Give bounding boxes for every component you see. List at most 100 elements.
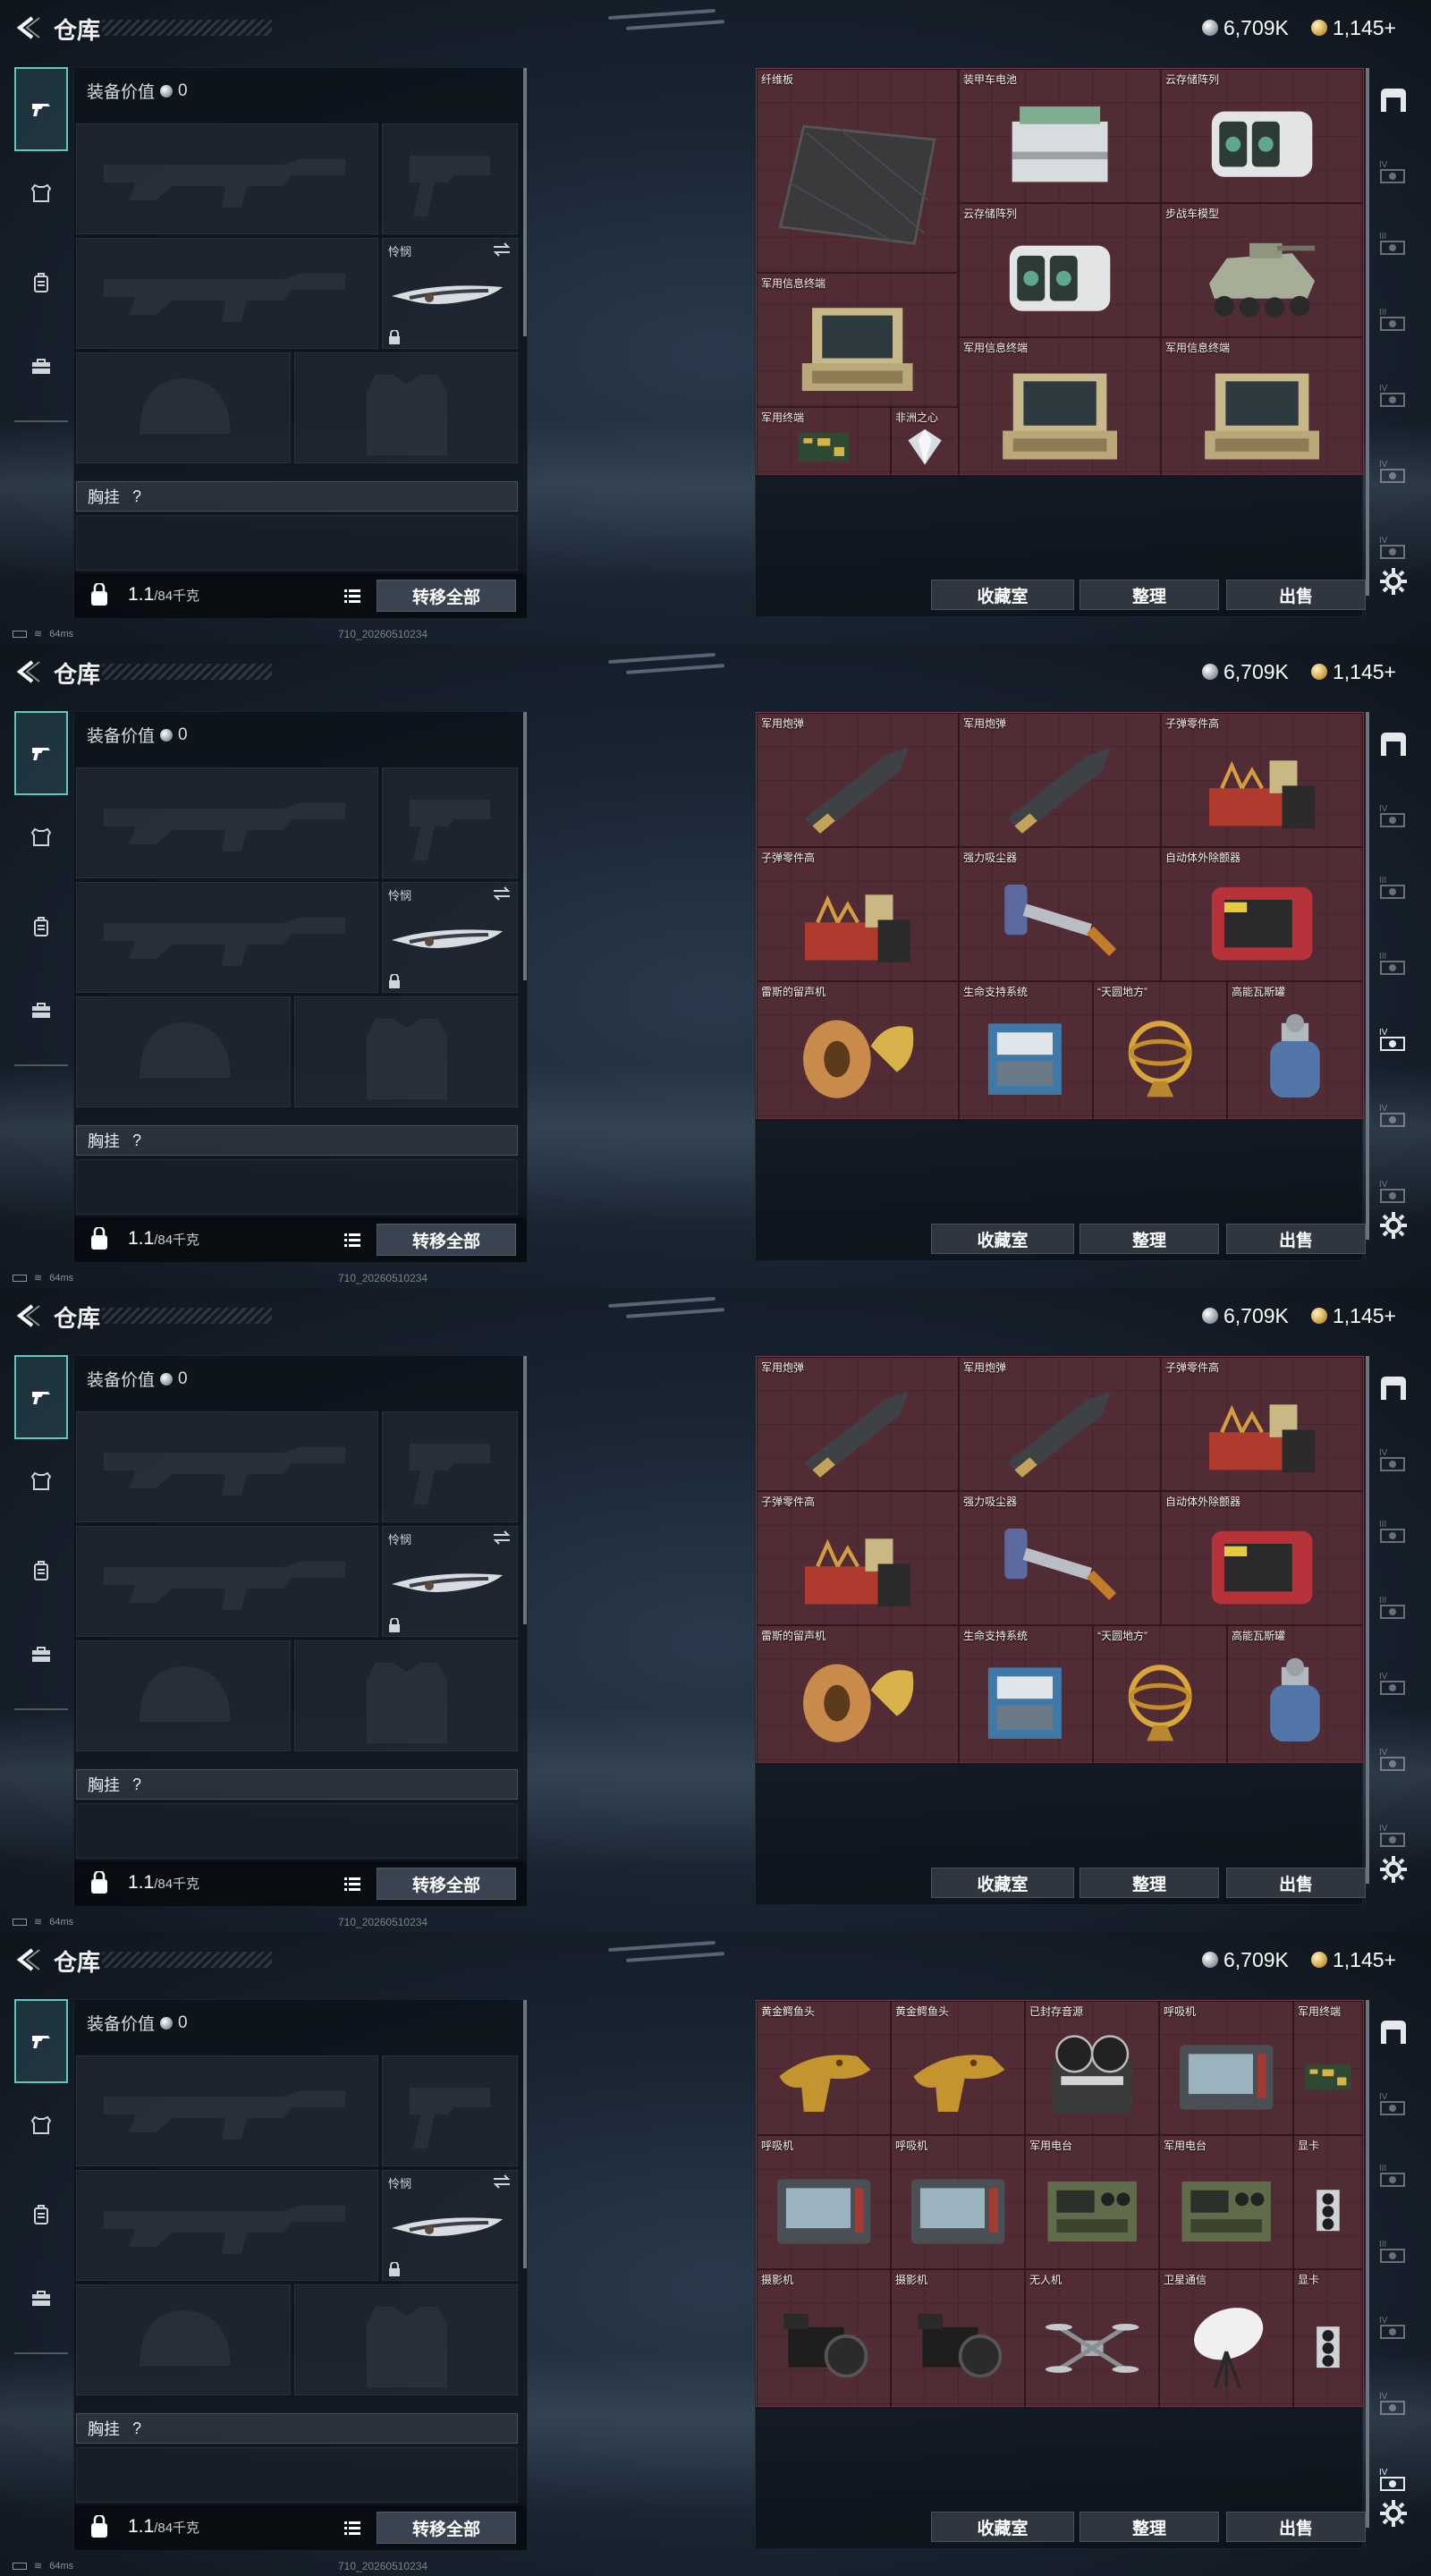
storage-item[interactable]: 步战车模型: [1161, 203, 1363, 337]
storage-item[interactable]: 军用终端: [1293, 2001, 1363, 2135]
transfer-all-button[interactable]: 转移全部: [377, 1224, 516, 1256]
rail-tier-iii-4[interactable]: III: [1370, 936, 1417, 990]
storage-item[interactable]: 高能瓦斯罐: [1227, 1625, 1363, 1764]
nav-backpack[interactable]: [14, 242, 68, 323]
rail-tier-iii-3[interactable]: III: [1370, 1504, 1417, 1558]
chest-rig-help[interactable]: ?: [132, 487, 141, 506]
rail-tier-iv-2[interactable]: IV: [1370, 1433, 1417, 1487]
melee-slot[interactable]: 怜悯: [382, 1526, 518, 1637]
chest-rig-help[interactable]: ?: [132, 2419, 141, 2438]
rail-tier-iii-4[interactable]: III: [1370, 292, 1417, 346]
storage-item[interactable]: 装甲车电池: [959, 69, 1161, 203]
gear-icon[interactable]: [1377, 2497, 1410, 2529]
rail-tier-iv-5[interactable]: IV: [1370, 369, 1417, 422]
storage-item[interactable]: 显卡: [1293, 2269, 1363, 2408]
storage-item[interactable]: 无人机: [1025, 2269, 1159, 2408]
sell-button[interactable]: 出售: [1226, 1224, 1366, 1254]
nav-backpack[interactable]: [14, 1530, 68, 1611]
primary-weapon-slot[interactable]: [76, 1411, 378, 1522]
storage-item[interactable]: 自动体外除颤器: [1161, 847, 1363, 981]
helmet-slot[interactable]: [76, 1640, 291, 1751]
rail-tier-iv-6[interactable]: IV: [1370, 445, 1417, 498]
nav-armor[interactable]: [14, 2085, 68, 2165]
rail-tier-iii-4[interactable]: III: [1370, 1580, 1417, 1634]
body-armor-slot[interactable]: [294, 1640, 518, 1751]
equipment-scrollbar[interactable]: [523, 712, 527, 980]
storage-item[interactable]: “天圆地方”: [1093, 981, 1227, 1120]
transfer-all-button[interactable]: 转移全部: [377, 580, 516, 612]
nav-weapons[interactable]: [14, 67, 68, 151]
storage-item[interactable]: 军用电台: [1159, 2135, 1293, 2269]
chest-rig-slot[interactable]: 胸挂 ?: [76, 2413, 518, 2444]
rail-safe-1[interactable]: [1370, 73, 1417, 127]
storage-item[interactable]: 呼吸机: [891, 2135, 1025, 2269]
sell-button[interactable]: 出售: [1226, 2512, 1366, 2542]
rail-tier-iii-3[interactable]: III: [1370, 2148, 1417, 2202]
storage-item[interactable]: 军用信息终端: [757, 273, 958, 407]
tertiary-weapon-slot[interactable]: [76, 882, 378, 993]
rail-tier-iv-5[interactable]: IV: [1370, 2301, 1417, 2354]
helmet-slot[interactable]: [76, 2284, 291, 2395]
storage-item[interactable]: 已封存音源: [1025, 2001, 1159, 2135]
rail-tier-iii-3[interactable]: III: [1370, 216, 1417, 270]
melee-slot[interactable]: 怜悯: [382, 882, 518, 993]
transfer-all-button[interactable]: 转移全部: [377, 2512, 516, 2544]
tertiary-weapon-slot[interactable]: [76, 238, 378, 349]
storage-scrollbar[interactable]: [1366, 2000, 1369, 2528]
storage-item[interactable]: 卫星通信: [1159, 2269, 1293, 2408]
storage-item[interactable]: 高能瓦斯罐: [1227, 981, 1363, 1120]
nav-briefcase[interactable]: [14, 970, 68, 1051]
storage-item[interactable]: 生命支持系统: [959, 1625, 1093, 1764]
collection-room-button[interactable]: 收藏室: [931, 1868, 1074, 1898]
transfer-all-button[interactable]: 转移全部: [377, 1868, 516, 1900]
melee-slot[interactable]: 怜悯: [382, 2170, 518, 2281]
tertiary-weapon-slot[interactable]: [76, 1526, 378, 1637]
storage-item[interactable]: “天圆地方”: [1093, 1625, 1227, 1764]
backpack-slot[interactable]: [76, 515, 518, 571]
collection-room-button[interactable]: 收藏室: [931, 1224, 1074, 1254]
rail-tier-iii-3[interactable]: III: [1370, 860, 1417, 914]
rail-tier-iv-6[interactable]: IV: [1370, 1089, 1417, 1142]
storage-item[interactable]: 军用炮弹: [757, 1357, 959, 1491]
equipment-scrollbar[interactable]: [523, 2000, 527, 2268]
nav-armor[interactable]: [14, 153, 68, 233]
rail-tier-iv-5[interactable]: IV: [1370, 1013, 1417, 1066]
storage-scrollbar[interactable]: [1366, 712, 1369, 1240]
storage-item[interactable]: 子弹零件高: [1161, 1357, 1363, 1491]
secondary-weapon-slot[interactable]: [382, 1411, 518, 1522]
back-button[interactable]: [13, 1302, 45, 1329]
secondary-weapon-slot[interactable]: [382, 123, 518, 234]
helmet-slot[interactable]: [76, 352, 291, 463]
storage-item[interactable]: 雷斯的留声机: [757, 1625, 959, 1764]
tertiary-weapon-slot[interactable]: [76, 2170, 378, 2281]
rail-safe-1[interactable]: [1370, 1361, 1417, 1415]
nav-backpack[interactable]: [14, 886, 68, 967]
storage-item[interactable]: 显卡: [1293, 2135, 1363, 2269]
collection-room-button[interactable]: 收藏室: [931, 2512, 1074, 2542]
body-armor-slot[interactable]: [294, 2284, 518, 2395]
storage-item[interactable]: 自动体外除颤器: [1161, 1491, 1363, 1625]
chest-rig-slot[interactable]: 胸挂 ?: [76, 1769, 518, 1800]
sort-button[interactable]: 整理: [1080, 2512, 1219, 2542]
body-armor-slot[interactable]: [294, 996, 518, 1107]
chest-rig-slot[interactable]: 胸挂 ?: [76, 481, 518, 512]
nav-briefcase[interactable]: [14, 2258, 68, 2339]
list-icon[interactable]: [343, 2518, 362, 2538]
sell-button[interactable]: 出售: [1226, 1868, 1366, 1898]
storage-item[interactable]: 呼吸机: [1159, 2001, 1293, 2135]
storage-item[interactable]: 生命支持系统: [959, 981, 1093, 1120]
primary-weapon-slot[interactable]: [76, 767, 378, 878]
storage-item[interactable]: 黄金鳄鱼头: [891, 2001, 1025, 2135]
rail-tier-iv-2[interactable]: IV: [1370, 789, 1417, 843]
rail-tier-iv-5[interactable]: IV: [1370, 1657, 1417, 1710]
nav-weapons[interactable]: [14, 1355, 68, 1439]
backpack-slot[interactable]: [76, 1159, 518, 1215]
sort-button[interactable]: 整理: [1080, 580, 1219, 610]
storage-item[interactable]: 摄影机: [891, 2269, 1025, 2408]
storage-item[interactable]: 非洲之心: [891, 407, 959, 476]
list-icon[interactable]: [343, 1230, 362, 1250]
helmet-slot[interactable]: [76, 996, 291, 1107]
storage-item[interactable]: 纤维板: [757, 69, 958, 273]
nav-weapons[interactable]: [14, 711, 68, 795]
storage-item[interactable]: 子弹零件高: [757, 1491, 959, 1625]
